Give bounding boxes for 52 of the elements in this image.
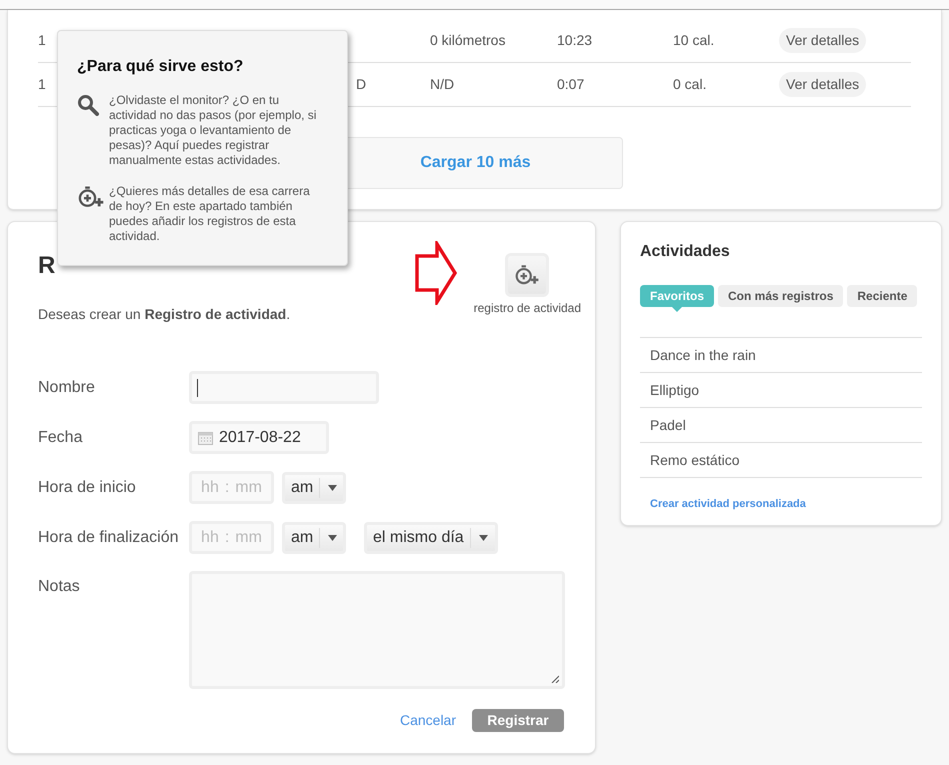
- button-caption: registro de actividad: [474, 300, 581, 317]
- caret-icon: [328, 534, 338, 540]
- time-separator: :: [224, 528, 230, 548]
- table-cell-text: N/D: [430, 75, 456, 94]
- hour-placeholder: hh: [201, 528, 219, 548]
- table-cell-text: 1: [38, 75, 47, 94]
- stopwatch-plus-icon: [77, 185, 105, 209]
- table-cell-text: 10 cal.: [673, 31, 716, 50]
- calendar-icon: [198, 430, 213, 444]
- activity-item[interactable]: Elliptigo: [640, 373, 922, 408]
- ampm-select[interactable]: am: [282, 472, 346, 504]
- field-label: Hora de finalización: [38, 528, 180, 548]
- help-text: ¿Olvidaste el monitor? ¿O en tu actividad no das pasos (por ejemplo, si practicas yoga o levantamiento de pesas)? Aquí puedes registrar manualmente estas actividades.: [109, 93, 318, 168]
- table-cell-text: 0:07: [557, 75, 586, 94]
- name-input[interactable]: [189, 371, 379, 404]
- table-cell-text: 0 kilómetros: [430, 31, 506, 50]
- details-button[interactable]: Ver detalles: [779, 28, 866, 53]
- caret-icon: [328, 484, 338, 490]
- caret-icon: [478, 534, 488, 540]
- activities-tab[interactable]: Con más registros: [718, 285, 844, 307]
- arrow-icon: [414, 241, 458, 305]
- help-text: ¿Quieres más detalles de esa carrera de hoy? En este apartado también puedes añadir los registros de esta actividad.: [109, 184, 311, 244]
- table-cell-text: 0 cal.: [673, 75, 708, 94]
- resize-handle-icon: [551, 675, 559, 683]
- field-label: Nombre: [38, 378, 96, 398]
- time-separator: :: [224, 478, 230, 498]
- date-field[interactable]: 2017-08-22: [189, 421, 329, 454]
- intro-text: Deseas crear un Registro de actividad.: [38, 306, 290, 322]
- field-label: Notas: [38, 577, 81, 597]
- tab-pointer: [672, 307, 682, 312]
- table-cell-text: 1: [38, 31, 47, 50]
- hour-placeholder: hh: [201, 478, 219, 498]
- table-cell-text: 10:23: [557, 31, 594, 50]
- form-title: R: [38, 252, 56, 279]
- minute-placeholder: mm: [235, 478, 262, 498]
- table-cell: D: [356, 76, 366, 92]
- stopwatch-plus-icon: [514, 264, 540, 286]
- activity-item[interactable]: Remo estático: [640, 443, 922, 478]
- activity-item[interactable]: Padel: [640, 408, 922, 443]
- popover-title: ¿Para qué sirve esto?: [77, 57, 244, 77]
- activity-item[interactable]: Dance in the rain: [640, 338, 922, 373]
- field-label: Fecha: [38, 428, 84, 448]
- activities-title: Actividades: [640, 242, 731, 262]
- field-label: Hora de inicio: [38, 478, 137, 498]
- ampm-select[interactable]: am: [282, 522, 346, 554]
- details-button[interactable]: Ver detalles: [779, 72, 866, 97]
- add-activity-record-button[interactable]: [505, 253, 550, 297]
- day-select[interactable]: el mismo día: [364, 522, 498, 554]
- notes-textarea[interactable]: [189, 571, 565, 689]
- search-icon: [77, 94, 99, 116]
- activities-tab[interactable]: Reciente: [847, 285, 918, 307]
- minute-placeholder: mm: [235, 528, 262, 548]
